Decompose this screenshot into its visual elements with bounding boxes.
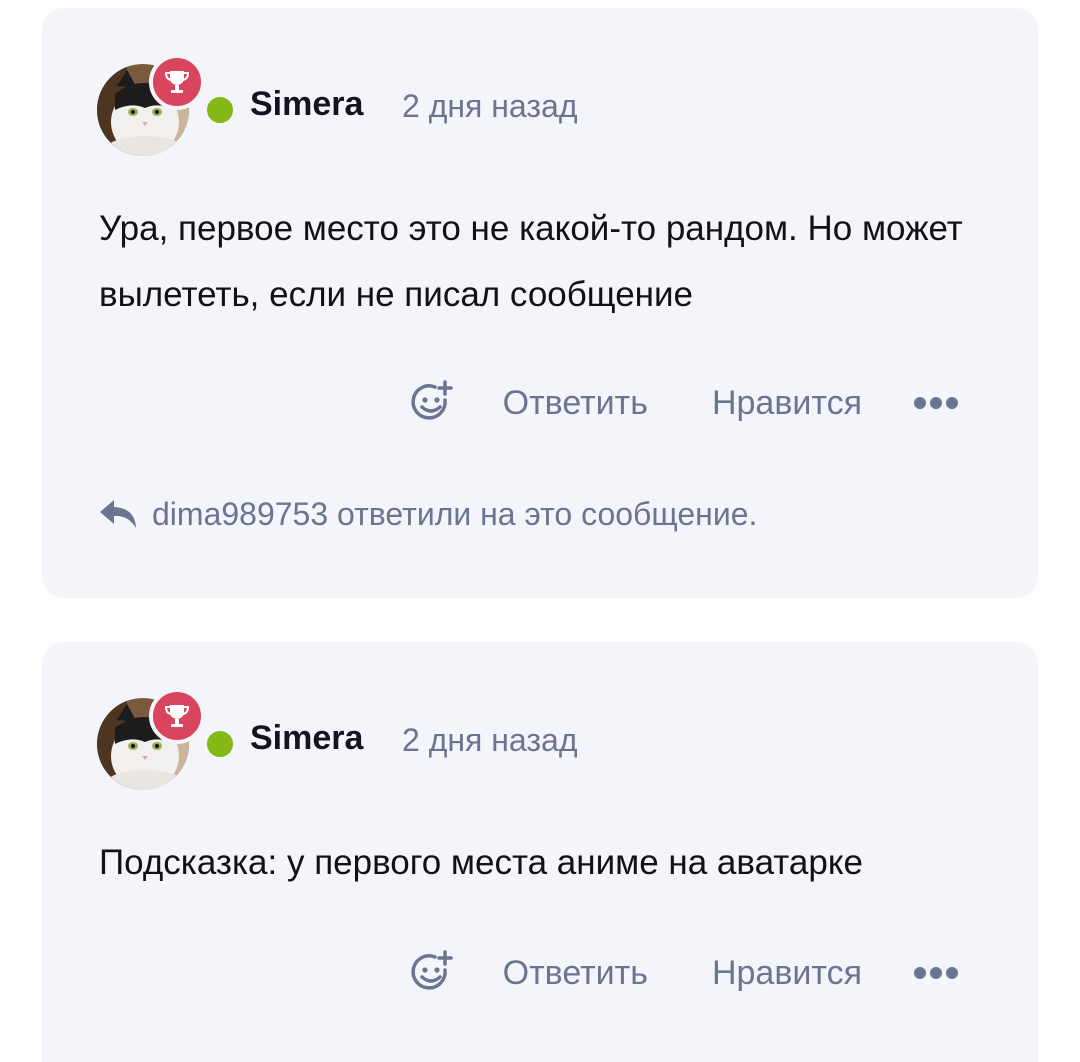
like-button[interactable]: Нравится [712, 378, 862, 428]
comment-card: Simera 2 дня назад Ура, первое место это… [42, 8, 1038, 598]
emoji-add-icon [411, 950, 453, 990]
trophy-icon [164, 71, 190, 93]
author-name[interactable]: Simera [250, 718, 363, 758]
reply-arrow-icon [100, 500, 136, 528]
comment-text: Ура, первое место это не какой-то рандом… [99, 209, 963, 314]
comment-actions: Ответить Нравится [407, 948, 958, 998]
comment-card: Simera 2 дня назад Подсказка: у первого … [42, 642, 1038, 1062]
replied-indicator[interactable]: dima989753 ответили на это сообщение. [98, 492, 757, 536]
trophy-icon [164, 705, 190, 727]
comment-timestamp[interactable]: 2 дня назад [402, 720, 578, 760]
online-status-dot [203, 727, 237, 761]
reply-button[interactable]: Ответить [503, 948, 648, 998]
more-dots-icon[interactable] [914, 378, 958, 428]
replied-text: dima989753 ответили на это сообщение. [152, 496, 758, 532]
add-reaction-button[interactable] [407, 948, 457, 998]
trophy-badge[interactable] [149, 688, 205, 744]
author-avatar-group[interactable] [97, 54, 237, 156]
more-dots-icon[interactable] [914, 948, 958, 998]
author-name[interactable]: Simera [250, 84, 363, 124]
trophy-badge[interactable] [149, 54, 205, 110]
author-avatar-group[interactable] [97, 688, 237, 790]
comment-actions: Ответить Нравится [407, 378, 958, 428]
like-button[interactable]: Нравится [712, 948, 862, 998]
reply-button[interactable]: Ответить [503, 378, 648, 428]
add-reaction-button[interactable] [407, 378, 457, 428]
comment-text: Подсказка: у первого места аниме на ават… [99, 843, 864, 882]
comment-timestamp[interactable]: 2 дня назад [402, 86, 578, 126]
online-status-dot [203, 93, 237, 127]
emoji-add-icon [411, 380, 453, 420]
